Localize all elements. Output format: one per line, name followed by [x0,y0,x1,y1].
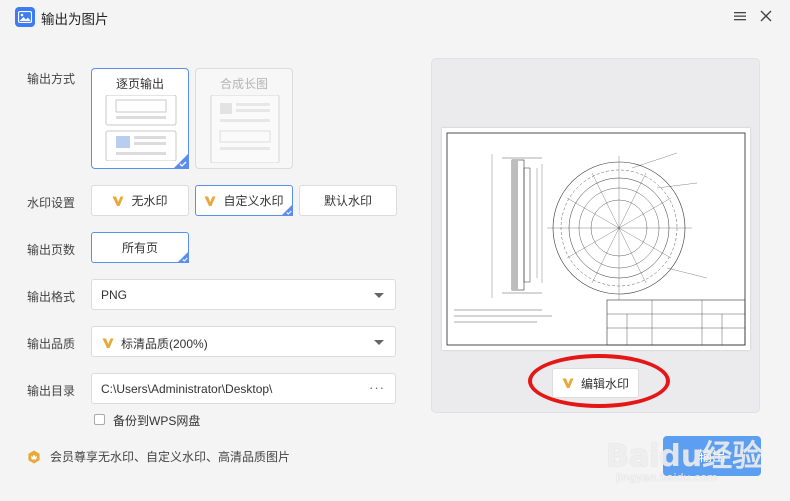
baidu-brand: Baidu [606,439,703,474]
baidu-brand-cn: 经验 [702,439,763,474]
selected-check-icon [173,247,189,263]
default-watermark-button[interactable]: 默认水印 [299,185,397,216]
vip-crown-icon [28,450,40,463]
quality-label: 输出品质 [27,337,76,351]
baidu-watermark: Baidu经验 [606,431,762,475]
drawing-preview [446,132,746,346]
all-pages-button[interactable]: 所有页 [91,232,189,263]
baidu-watermark-url: jingyan.baidu.com [616,471,718,484]
option-label: 自定义水印 [223,194,284,208]
ellipsis-icon[interactable]: ··· [369,380,385,395]
selected-check-icon [173,153,189,169]
hamburger-icon[interactable] [733,9,747,23]
format-select[interactable]: PNG [91,279,396,310]
image-icon [15,7,35,27]
vip-v-icon [112,196,124,206]
no-watermark-button[interactable]: 无水印 [91,185,189,216]
watermark-label: 水印设置 [27,196,76,210]
title-bar: 输出为图片 [0,0,790,34]
format-value: PNG [101,288,128,302]
selected-check-icon [277,200,293,216]
vip-note-text: 会员尊享无水印、自定义水印、高清品质图片 [50,450,291,464]
mode-label: 逐页输出 [115,77,164,91]
vip-v-icon [102,338,114,348]
vip-v-icon [204,196,216,206]
directory-input[interactable]: C:\Users\Administrator\Desktop\ ··· [91,373,396,404]
close-icon[interactable] [759,9,773,23]
mode-label: 合成长图 [219,77,268,91]
preview-page [442,128,750,350]
mode-long-image[interactable]: 合成长图 [195,68,293,169]
pages-label: 输出页数 [27,243,76,257]
backup-label[interactable]: 备份到WPS网盘 [113,412,200,429]
backup-checkbox[interactable] [94,414,105,425]
mode-page-by-page[interactable]: 逐页输出 [91,68,189,169]
directory-value: C:\Users\Administrator\Desktop\ [101,382,273,396]
option-label: 无水印 [131,194,168,208]
custom-watermark-button[interactable]: 自定义水印 [195,185,293,216]
option-label: 默认水印 [323,194,372,208]
page-by-page-illustration [105,95,177,161]
quality-select[interactable]: 标清品质(200%) [91,326,396,357]
vip-note: 会员尊享无水印、自定义水印、高清品质图片 [27,448,290,465]
long-image-illustration [210,95,280,163]
window-title: 输出为图片 [41,12,109,27]
format-label: 输出格式 [27,290,76,304]
chevron-down-icon [374,340,384,345]
highlight-ellipse [528,354,670,408]
output-mode-label: 输出方式 [27,72,76,86]
directory-label: 输出目录 [27,384,76,398]
chevron-down-icon [374,293,384,298]
option-label: 所有页 [121,241,158,255]
quality-value: 标清品质(200%) [121,337,208,351]
